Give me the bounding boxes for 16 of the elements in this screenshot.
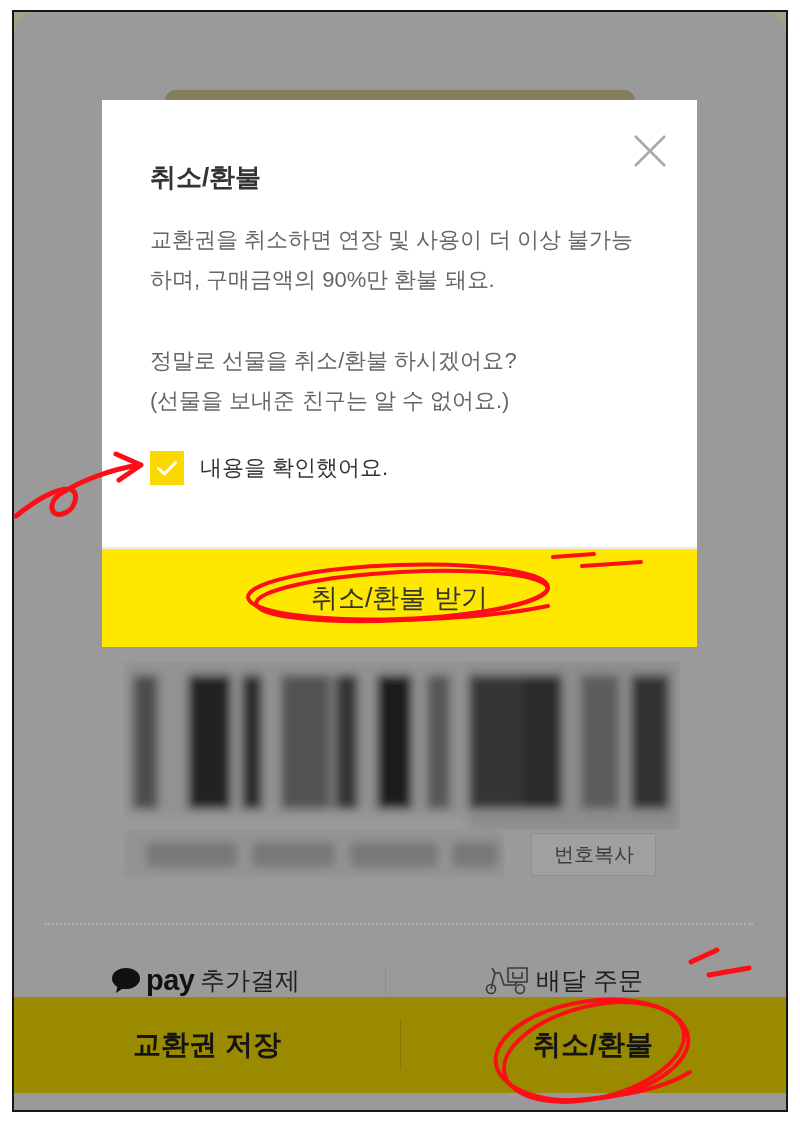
logo-text: pay [146,965,195,995]
close-icon[interactable] [634,135,666,167]
action-link[interactable]: 배달 주문 [536,965,644,995]
action-link[interactable]: 추가결제 [200,965,301,995]
copy-number-button[interactable]: 번호복사 [531,832,656,876]
checkmark-icon [157,460,177,476]
dialog-message: 교환권을 취소하면 연장 및 사용이 더 이상 불가능 하며, 구매금액의 90%만 환불 돼요. [150,226,634,294]
scooter-icon [484,965,531,995]
checkbox[interactable] [150,451,184,485]
checkbox-label: 내용을 확인했어요. [200,454,389,482]
bottom-bar-button[interactable]: 취소/환불 [400,997,786,1093]
bottom-bar-button[interactable]: 교환권 저장 [14,997,400,1093]
dialog-message: 정말로 선물을 취소/환불 하시겠어요? (선물을 보내준 친구는 알 수 없어요.) [150,347,518,415]
speech-bubble-icon [112,967,140,993]
submit-button[interactable]: 취소/환불 받기 [102,547,697,647]
dialog-title: 취소/환불 [150,161,263,194]
